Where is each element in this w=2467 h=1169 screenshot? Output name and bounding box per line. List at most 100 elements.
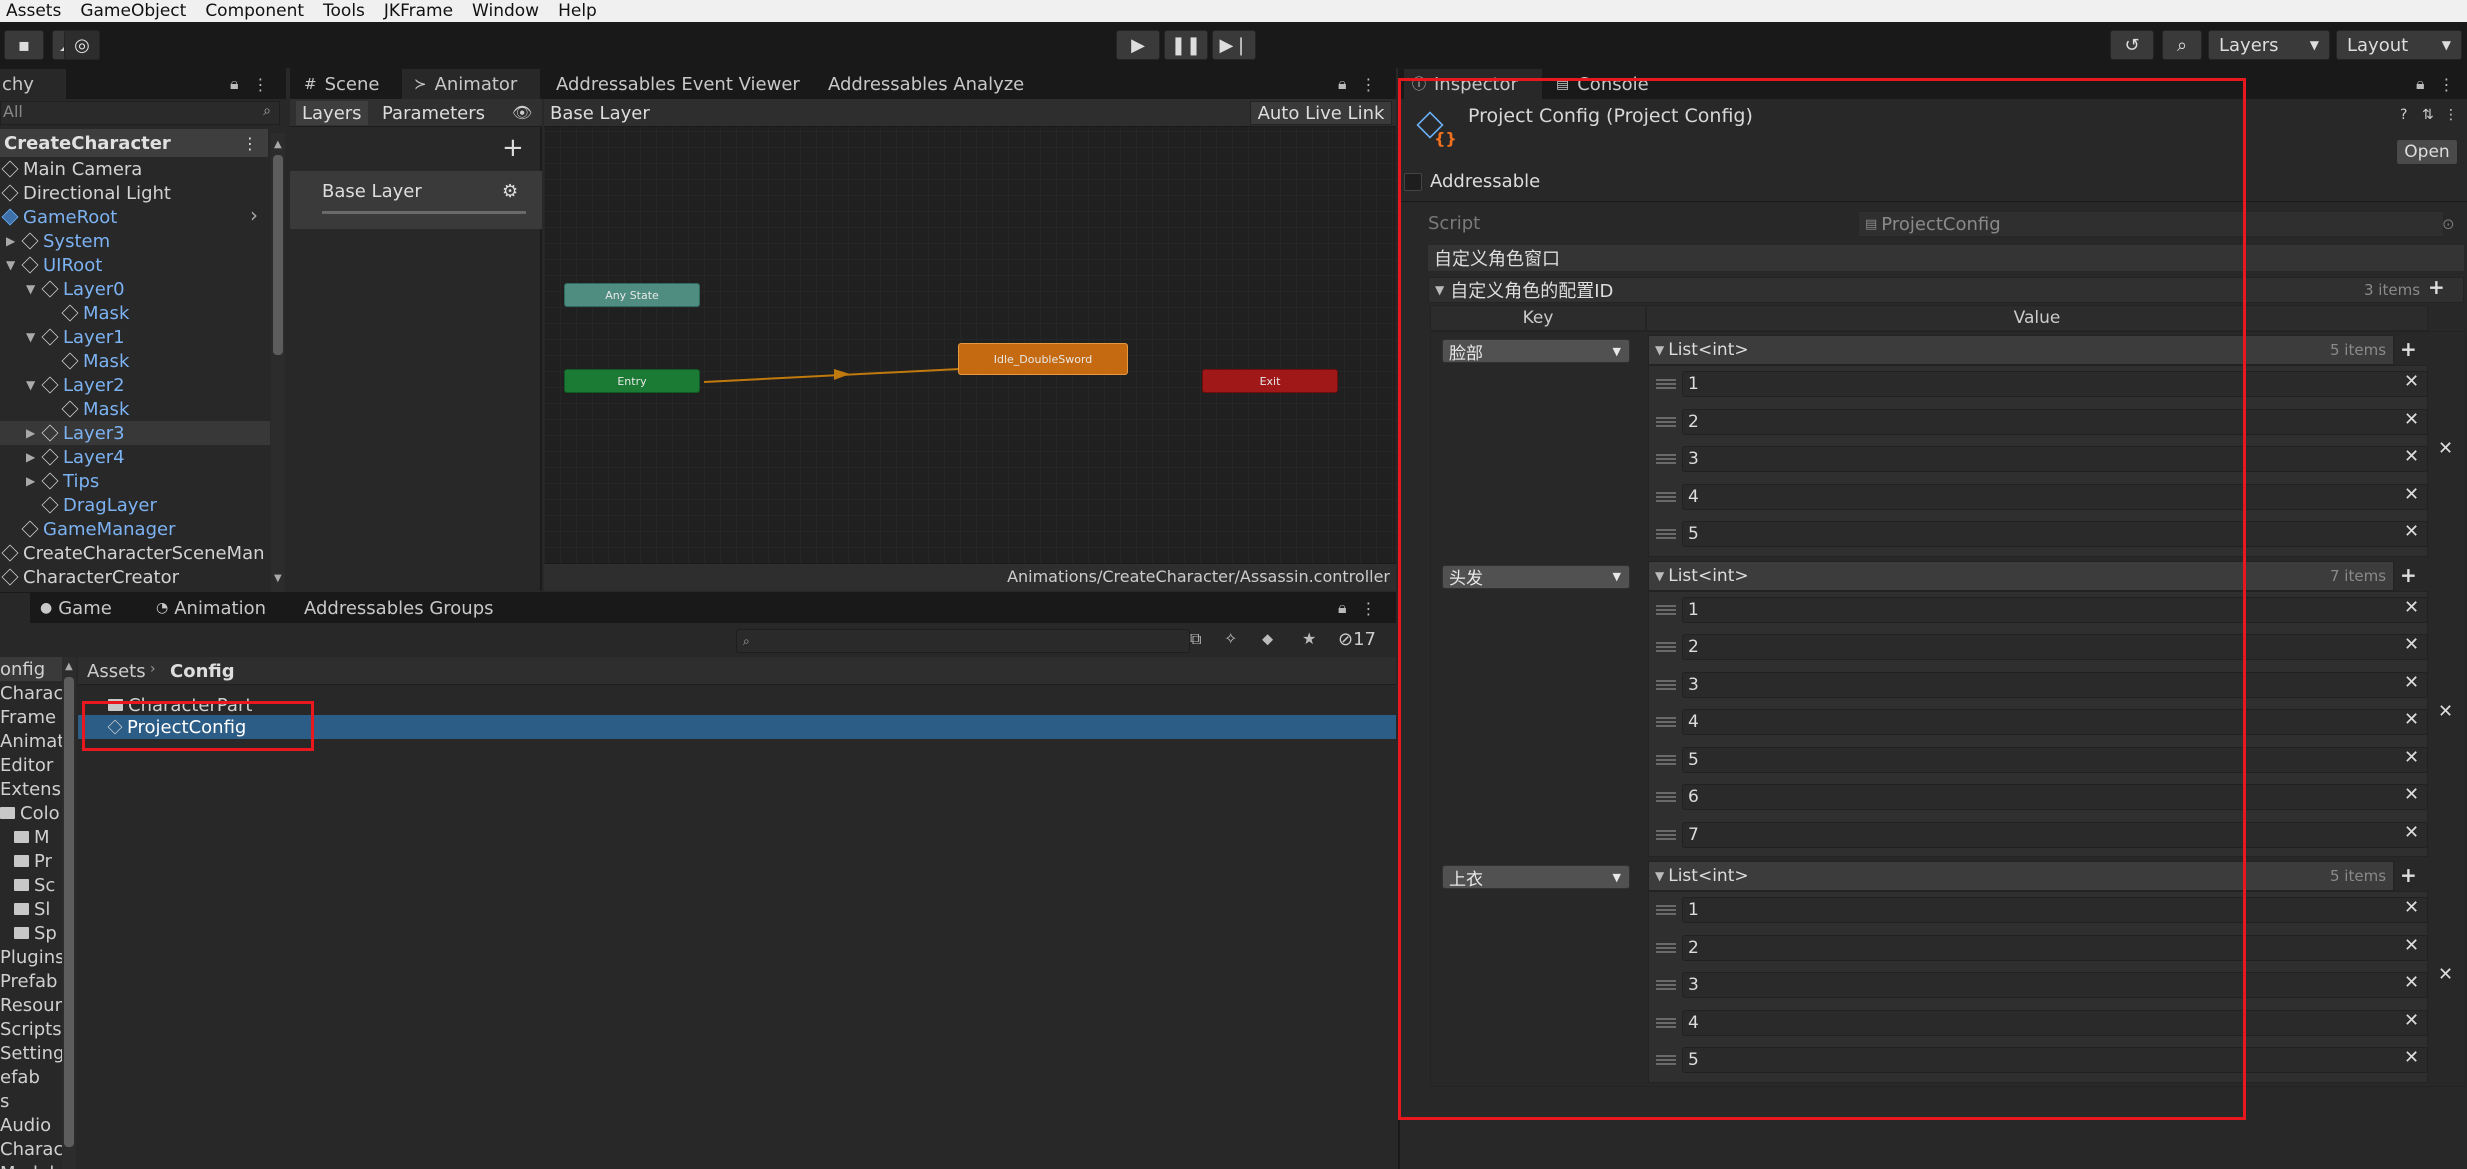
remove-entry-icon[interactable]: ✕ — [2438, 964, 2453, 985]
menu-item-assets[interactable]: Assets — [6, 1, 61, 21]
hierarchy-item[interactable]: Main Camera — [0, 157, 270, 181]
add-list-item-button[interactable]: + — [2400, 563, 2417, 587]
asset-row-characterpart[interactable]: CharacterPart — [108, 693, 252, 717]
history-icon[interactable]: ↺ — [2110, 30, 2154, 60]
foldout-collapsed-icon[interactable]: ▶ — [6, 234, 15, 248]
lock-icon[interactable]: 🔒︎ — [1338, 74, 1347, 94]
menu-item-jkframe[interactable]: JKFrame — [384, 1, 453, 21]
drag-handle-icon[interactable] — [1656, 379, 1676, 389]
int-field[interactable]: 1 — [1682, 897, 2428, 923]
int-field[interactable]: 5 — [1682, 746, 2428, 773]
lock-icon[interactable]: 🔒︎ — [230, 74, 239, 94]
remove-item-icon[interactable]: ✕ — [2404, 784, 2419, 805]
hierarchy-item[interactable]: DragLayer — [0, 493, 270, 517]
foldout-expanded-icon[interactable]: ▼ — [6, 258, 15, 272]
folder-tree-item[interactable]: Prefab — [0, 969, 57, 993]
int-field[interactable]: 2 — [1682, 934, 2428, 961]
remove-entry-icon[interactable]: ✕ — [2438, 438, 2453, 459]
folder-tree-item[interactable]: Charac — [0, 1137, 62, 1161]
remove-item-icon[interactable]: ✕ — [2404, 1047, 2419, 1068]
menu-item-help[interactable]: Help — [558, 1, 597, 21]
tab-addressables-groups[interactable]: Addressables Groups — [304, 593, 504, 623]
remove-item-icon[interactable]: ✕ — [2404, 747, 2419, 768]
drag-handle-icon[interactable] — [1656, 829, 1676, 840]
remove-item-icon[interactable]: ✕ — [2404, 634, 2419, 655]
hierarchy-item[interactable]: › GameRoot — [0, 203, 270, 229]
scene-header[interactable]: CreateCharacter ⋮ — [0, 129, 268, 157]
drag-handle-icon[interactable] — [1656, 642, 1676, 652]
tab-layers[interactable]: Layers — [296, 101, 368, 125]
hierarchy-item[interactable]: ▶ System — [0, 229, 270, 253]
step-button[interactable]: ▶❘ — [1212, 30, 1256, 60]
account-button[interactable]: ▪ — [4, 30, 44, 60]
folder-tree-item[interactable]: Colo — [0, 801, 60, 825]
foldout-expanded-icon[interactable]: ▼ — [26, 330, 35, 344]
int-field[interactable]: 6 — [1682, 784, 2428, 810]
entry-node[interactable]: Entry — [564, 369, 700, 393]
folder-tree-item[interactable]: Scripts — [0, 1017, 62, 1041]
search-by-type-icon[interactable]: ⧉ — [1190, 629, 1201, 649]
folder-tree-item[interactable]: Editor — [0, 753, 53, 777]
asset-row-projectconfig[interactable]: ProjectConfig — [78, 715, 1396, 739]
more-icon[interactable]: ⋮ — [253, 75, 269, 94]
int-field[interactable]: 5 — [1682, 1047, 2428, 1073]
hierarchy-item[interactable]: Directional Light — [0, 181, 270, 205]
remove-item-icon[interactable]: ✕ — [2404, 597, 2419, 618]
lock-icon[interactable]: 🔒︎ — [1338, 598, 1347, 618]
tab-game[interactable]: ● Game — [40, 593, 120, 623]
menu-item-component[interactable]: Component — [205, 1, 304, 21]
int-field[interactable]: 3 — [1682, 446, 2428, 472]
folder-tree-item[interactable]: s — [0, 1089, 9, 1113]
remove-item-icon[interactable]: ✕ — [2404, 1010, 2419, 1031]
drag-handle-icon[interactable] — [1656, 679, 1676, 690]
label-icon[interactable]: ⬥ — [1262, 629, 1273, 649]
folder-tree-item[interactable]: Sl — [14, 897, 50, 921]
folder-tree-item[interactable]: Frame — [0, 705, 56, 729]
folder-tree-item[interactable]: Sc — [14, 873, 55, 897]
tab-parameters[interactable]: Parameters — [376, 101, 491, 125]
drag-handle-icon[interactable] — [1656, 754, 1676, 765]
int-field[interactable]: 4 — [1682, 1009, 2428, 1036]
drag-handle-icon[interactable] — [1656, 1017, 1676, 1028]
hierarchy-item[interactable]: ▶ Layer4 — [0, 445, 270, 469]
folder-tree-item[interactable]: M — [14, 825, 50, 849]
int-field[interactable]: 2 — [1682, 634, 2428, 660]
foldout-collapsed-icon[interactable]: › — [250, 203, 258, 227]
tab-analyze[interactable]: Addressables Analyze — [828, 69, 1048, 99]
gear-icon[interactable]: ⚙ — [502, 181, 518, 202]
int-field[interactable]: 4 — [1682, 483, 2428, 510]
scene-menu-icon[interactable]: ⋮ — [242, 134, 258, 153]
idle-double-sword-node[interactable]: Idle_DoubleSword — [958, 343, 1128, 375]
foldout-collapsed-icon[interactable]: ▶ — [26, 450, 35, 464]
drag-handle-icon[interactable] — [1656, 717, 1676, 727]
hierarchy-item[interactable]: ▼ Layer1 — [0, 325, 270, 349]
folder-tree-item[interactable]: Animat — [0, 729, 62, 753]
remove-item-icon[interactable]: ✕ — [2404, 484, 2419, 505]
tab-hierarchy[interactable]: chy — [0, 69, 66, 99]
folder-tree-item[interactable]: Audio — [0, 1113, 51, 1137]
drag-handle-icon[interactable] — [1656, 980, 1676, 990]
drag-handle-icon[interactable] — [1656, 905, 1676, 915]
remove-item-icon[interactable]: ✕ — [2404, 972, 2419, 993]
remove-item-icon[interactable]: ✕ — [2404, 935, 2419, 956]
foldout-expanded-icon[interactable]: ▼ — [26, 378, 35, 392]
int-field[interactable]: 3 — [1682, 972, 2428, 998]
list-header[interactable]: ▼ List<int> — [1648, 560, 2394, 591]
drag-handle-icon[interactable] — [1656, 604, 1676, 615]
int-field[interactable]: 1 — [1682, 371, 2428, 397]
remove-item-icon[interactable]: ✕ — [2404, 446, 2419, 467]
folder-tree-item[interactable]: Extens — [0, 777, 61, 801]
folder-tree-item[interactable]: efab — [0, 1065, 40, 1089]
more-icon[interactable]: ⋮ — [1361, 75, 1377, 94]
animator-graph[interactable]: Base Layer Auto Live Link Any State Entr… — [544, 99, 1396, 591]
foldout-collapsed-icon[interactable]: ▶ — [26, 426, 35, 440]
scrollbar-thumb[interactable] — [273, 155, 283, 355]
int-field[interactable]: 2 — [1682, 408, 2428, 435]
pause-button[interactable]: ❚❚ — [1164, 30, 1208, 60]
exit-node[interactable]: Exit — [1202, 369, 1338, 393]
foldout-expanded-icon[interactable]: ▼ — [26, 282, 35, 296]
int-field[interactable]: 7 — [1682, 821, 2428, 848]
hierarchy-item[interactable]: ▼ UIRoot — [0, 253, 270, 277]
favorite-icon[interactable]: ★ — [1302, 629, 1316, 648]
tab-event-viewer[interactable]: Addressables Event Viewer — [556, 69, 800, 99]
